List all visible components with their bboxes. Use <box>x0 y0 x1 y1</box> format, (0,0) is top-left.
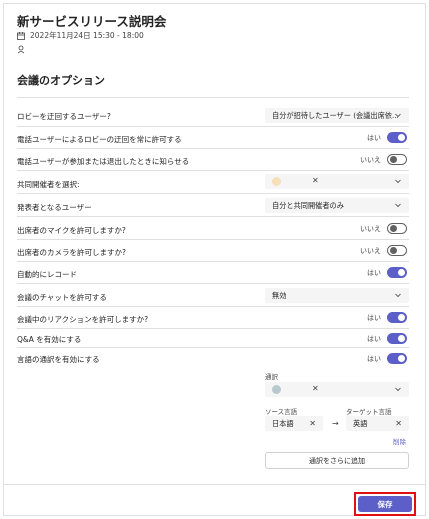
interpretation-toggle[interactable] <box>387 353 407 364</box>
source-language-value: 日本語 <box>272 418 294 428</box>
lobby-bypass-select[interactable]: 自分が招待したユーザー (会議出席依... <box>265 108 409 123</box>
coorganizers-label: 共同開催者を選択: <box>17 180 80 189</box>
location-icon <box>17 45 25 54</box>
mic-toggle-group: いいえ <box>360 223 407 234</box>
interpreter-label: 通訳 <box>265 373 278 381</box>
dialin-bypass-label: 電話ユーザーによるロビーの迂回を常に許可する <box>17 135 182 144</box>
divider <box>17 126 409 127</box>
qa-label: Q&A を有効にする <box>17 335 82 344</box>
interpreter-chip <box>272 385 286 394</box>
toggle-state: いいえ <box>360 224 381 233</box>
dialin-notify-toggle[interactable] <box>387 154 407 165</box>
target-language-field[interactable]: 英語 ✕ <box>346 416 409 431</box>
save-button[interactable]: 保存 <box>358 496 412 512</box>
chevron-down-icon <box>395 203 401 208</box>
target-language-label: ターゲット言語 <box>346 408 392 416</box>
target-language-value: 英語 <box>353 418 368 428</box>
toggle-state: はい <box>367 313 381 322</box>
add-interpreter-button[interactable]: 通訳をさらに追加 <box>265 452 409 469</box>
avatar <box>272 177 281 186</box>
divider <box>17 239 409 240</box>
divider <box>17 283 409 284</box>
interpretation-toggle-group: はい <box>367 353 407 364</box>
divider <box>17 306 409 307</box>
divider <box>17 328 409 329</box>
mic-label: 出席者のマイクを許可しますか? <box>17 226 126 235</box>
autorecord-toggle-group: はい <box>367 267 407 278</box>
avatar <box>272 385 281 394</box>
camera-toggle[interactable] <box>387 245 407 256</box>
chat-select[interactable]: 無効 <box>265 288 409 303</box>
source-language-label: ソース言語 <box>265 408 298 416</box>
interpretation-label: 言語の通訳を有効にする <box>17 355 100 364</box>
divider <box>17 216 409 217</box>
mic-toggle[interactable] <box>387 223 407 234</box>
lobby-bypass-label: ロビーを迂回するユーザー? <box>17 112 111 121</box>
divider <box>17 170 409 171</box>
presenters-label: 発表者となるユーザー <box>17 203 92 212</box>
meeting-datetime-row: 2022年11月24日 15:30 - 18:00 <box>17 30 144 41</box>
coorganizer-chip <box>272 177 286 186</box>
calendar-icon <box>17 31 25 40</box>
meeting-title: 新サービスリリース説明会 <box>17 14 167 29</box>
divider <box>17 193 409 194</box>
close-icon[interactable]: ✕ <box>312 384 319 393</box>
chevron-down-icon <box>395 293 401 298</box>
toggle-state: はい <box>367 133 381 142</box>
reactions-toggle[interactable] <box>387 312 407 323</box>
chevron-down-icon <box>395 387 401 392</box>
qa-toggle[interactable] <box>387 333 407 344</box>
chevron-down-icon <box>395 113 401 118</box>
dialin-notify-toggle-group: いいえ <box>360 154 407 165</box>
chevron-down-icon <box>395 179 401 184</box>
autorecord-label: 自動的にレコード <box>17 270 77 279</box>
reactions-label: 会議中のリアクションを許可しますか? <box>17 315 149 324</box>
presenters-select[interactable]: 自分と共同開催者のみ <box>265 198 409 213</box>
divider <box>17 97 409 98</box>
camera-toggle-group: いいえ <box>360 245 407 256</box>
divider <box>17 148 409 149</box>
camera-label: 出席者のカメラを許可しますか? <box>17 248 126 257</box>
interpreter-picker[interactable]: ✕ <box>265 382 409 397</box>
arrow-icon: → <box>332 419 339 428</box>
chat-label: 会議のチャットを許可する <box>17 293 107 302</box>
divider <box>3 484 426 485</box>
toggle-state: いいえ <box>360 155 381 164</box>
autorecord-toggle[interactable] <box>387 267 407 278</box>
lobby-bypass-value: 自分が招待したユーザー (会議出席依... <box>272 110 399 120</box>
close-icon[interactable]: ✕ <box>309 419 316 428</box>
reactions-toggle-group: はい <box>367 312 407 323</box>
divider <box>17 261 409 262</box>
dialin-bypass-toggle-group: はい <box>367 132 407 143</box>
close-icon[interactable]: ✕ <box>312 176 319 185</box>
coorganizers-picker[interactable]: ✕ <box>265 174 409 189</box>
qa-toggle-group: はい <box>367 333 407 344</box>
dialin-bypass-toggle[interactable] <box>387 132 407 143</box>
dialin-notify-label: 電話ユーザーが参加または退出したときに知らせる <box>17 157 190 166</box>
toggle-state: いいえ <box>360 246 381 255</box>
divider <box>17 347 409 348</box>
toggle-state: はい <box>367 268 381 277</box>
meeting-datetime: 2022年11月24日 15:30 - 18:00 <box>30 31 144 40</box>
presenters-value: 自分と共同開催者のみ <box>272 200 344 210</box>
toggle-state: はい <box>367 334 381 343</box>
remove-link[interactable]: 削除 <box>393 436 406 446</box>
toggle-state: はい <box>367 354 381 363</box>
close-icon[interactable]: ✕ <box>395 419 402 428</box>
source-language-field[interactable]: 日本語 ✕ <box>265 416 323 431</box>
options-heading: 会議のオプション <box>17 74 105 87</box>
chat-value: 無効 <box>272 290 287 300</box>
